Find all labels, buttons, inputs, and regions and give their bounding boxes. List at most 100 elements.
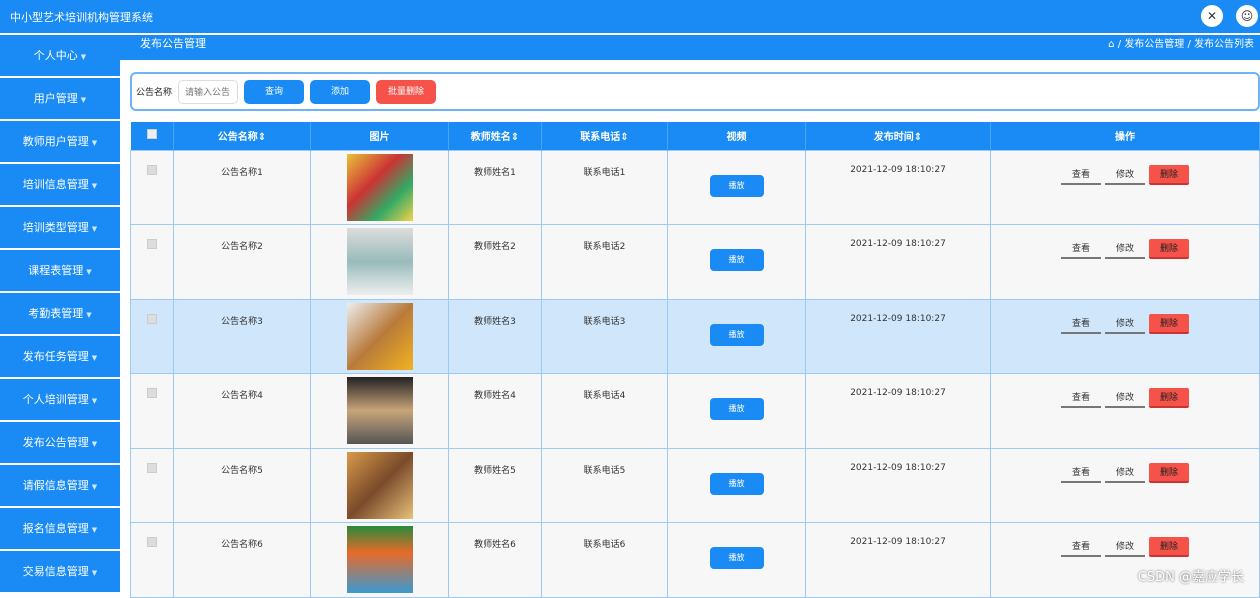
- delete-button[interactable]: 删除: [1149, 313, 1189, 334]
- add-button[interactable]: 添加: [310, 79, 371, 104]
- caret-down-icon: ▼: [80, 96, 87, 104]
- play-button[interactable]: 播放: [709, 398, 764, 420]
- notice-name: 公告名称5: [173, 447, 311, 523]
- fullscreen-icon[interactable]: ✕: [1201, 5, 1223, 27]
- notice-name: 公告名称3: [173, 298, 311, 374]
- caret-down-icon: ▼: [91, 526, 98, 534]
- breadcrumb-item[interactable]: 发布公告管理: [1124, 39, 1184, 50]
- publish-time: 2021-12-09 18:10:27: [805, 522, 991, 598]
- phone: 联系电话2: [541, 224, 668, 300]
- caret-down-icon: ▼: [86, 268, 92, 276]
- sidebar-item[interactable]: 发布公告管理 ▼: [0, 422, 120, 465]
- edit-button[interactable]: 修改: [1105, 314, 1145, 334]
- view-button[interactable]: 查看: [1061, 463, 1101, 483]
- play-button[interactable]: 播放: [709, 249, 764, 271]
- delete-button[interactable]: 删除: [1149, 462, 1189, 483]
- view-button[interactable]: 查看: [1061, 537, 1101, 557]
- table-row: 公告名称6 教师姓名6 联系电话6 播放 2021-12-09 18:10:27…: [130, 522, 1260, 598]
- notice-name: 公告名称6: [173, 522, 311, 598]
- publish-time: 2021-12-09 18:10:27: [805, 298, 991, 374]
- sidebar-item[interactable]: 请假信息管理 ▼: [0, 465, 120, 508]
- phone: 联系电话3: [541, 298, 668, 374]
- row-checkbox[interactable]: [147, 462, 157, 473]
- notice-image: [346, 228, 413, 295]
- select-all-checkbox[interactable]: [130, 122, 174, 150]
- batch-delete-button[interactable]: 批量删除: [376, 79, 437, 104]
- column-header[interactable]: 教师姓名⇕: [448, 122, 542, 150]
- teacher-name: 教师姓名6: [448, 522, 542, 598]
- page-title: 发布公告管理: [140, 37, 206, 50]
- column-header[interactable]: 联系电话⇕: [541, 122, 668, 150]
- sidebar-item[interactable]: 发布任务管理 ▼: [0, 336, 120, 379]
- row-checkbox[interactable]: [147, 239, 157, 249]
- edit-button[interactable]: 修改: [1105, 165, 1145, 185]
- caret-down-icon: ▼: [91, 182, 98, 190]
- search-label: 公告名称: [136, 88, 173, 98]
- table-row: 公告名称3 教师姓名3 联系电话3 播放 2021-12-09 18:10:27…: [130, 298, 1260, 374]
- view-button[interactable]: 查看: [1061, 239, 1101, 259]
- sidebar-item[interactable]: 培训信息管理 ▼: [0, 164, 120, 207]
- table-row: 公告名称4 教师姓名4 联系电话4 播放 2021-12-09 18:10:27…: [130, 373, 1260, 449]
- play-button[interactable]: 播放: [709, 323, 764, 346]
- sidebar-item[interactable]: 用户管理 ▼: [0, 78, 120, 121]
- caret-down-icon: ▼: [86, 311, 92, 319]
- app-title: 中小型艺术培训机构管理系统: [10, 11, 153, 24]
- play-button[interactable]: 播放: [709, 174, 764, 197]
- phone: 联系电话5: [541, 447, 668, 523]
- notice-table: 公告名称⇕ 图片 教师姓名⇕ 联系电话⇕ 视频 发布时间⇕ 操作 公告名称1 教师姓名1 联…: [130, 122, 1260, 598]
- delete-button[interactable]: 删除: [1149, 164, 1189, 185]
- teacher-name: 教师姓名2: [448, 224, 542, 300]
- sidebar-item[interactable]: 教师用户管理 ▼: [0, 121, 120, 164]
- edit-button[interactable]: 修改: [1105, 463, 1145, 483]
- top-bar: 中小型艺术培训机构管理系统 ✕ ☺: [0, 0, 1260, 33]
- view-button[interactable]: 查看: [1061, 388, 1101, 408]
- notice-image: [346, 153, 413, 221]
- view-button[interactable]: 查看: [1061, 314, 1101, 334]
- row-checkbox[interactable]: [147, 313, 157, 324]
- phone: 联系电话4: [541, 373, 668, 449]
- delete-button[interactable]: 删除: [1149, 388, 1189, 408]
- sidebar-item[interactable]: 交易信息管理 ▼: [0, 551, 120, 594]
- play-button[interactable]: 播放: [709, 547, 764, 569]
- sidebar-item[interactable]: 个人中心 ▼: [0, 35, 120, 78]
- sidebar: 个人中心 ▼ 用户管理 ▼ 教师用户管理 ▼ 培训信息管理 ▼ 培训类型管理 ▼ 课程表管理 ▼ 考勤表…: [0, 35, 120, 594]
- sidebar-item[interactable]: 课程表管理 ▼: [0, 250, 120, 293]
- caret-down-icon: ▼: [91, 569, 98, 577]
- play-button[interactable]: 播放: [709, 472, 764, 495]
- phone: 联系电话1: [541, 149, 668, 225]
- publish-time: 2021-12-09 18:10:27: [805, 224, 991, 300]
- teacher-name: 教师姓名5: [448, 447, 542, 523]
- phone: 联系电话6: [541, 522, 668, 598]
- column-header: 图片: [310, 122, 449, 150]
- publish-time: 2021-12-09 18:10:27: [805, 149, 991, 225]
- teacher-name: 教师姓名1: [448, 149, 542, 225]
- caret-down-icon: ▼: [91, 397, 98, 405]
- caret-down-icon: ▼: [91, 225, 98, 233]
- notice-image: [346, 377, 413, 444]
- delete-button[interactable]: 删除: [1149, 239, 1189, 259]
- sidebar-item[interactable]: 考勤表管理 ▼: [0, 293, 120, 336]
- edit-button[interactable]: 修改: [1105, 537, 1145, 557]
- user-icon[interactable]: ☺: [1236, 5, 1258, 27]
- column-header[interactable]: 公告名称⇕: [173, 122, 311, 150]
- row-checkbox[interactable]: [147, 537, 157, 547]
- edit-button[interactable]: 修改: [1105, 388, 1145, 408]
- table-row: 公告名称5 教师姓名5 联系电话5 播放 2021-12-09 18:10:27…: [130, 447, 1260, 523]
- column-header[interactable]: 发布时间⇕: [805, 122, 991, 150]
- notice-name: 公告名称4: [173, 373, 311, 449]
- sidebar-item[interactable]: 报名信息管理 ▼: [0, 508, 120, 551]
- home-icon[interactable]: ⌂: [1108, 39, 1114, 50]
- row-checkbox[interactable]: [147, 164, 157, 175]
- sidebar-item[interactable]: 培训类型管理 ▼: [0, 207, 120, 250]
- table-row: 公告名称1 教师姓名1 联系电话1 播放 2021-12-09 18:10:27…: [130, 149, 1260, 225]
- query-button[interactable]: 查询: [244, 79, 305, 104]
- teacher-name: 教师姓名4: [448, 373, 542, 449]
- row-checkbox[interactable]: [147, 388, 157, 398]
- delete-button[interactable]: 删除: [1149, 537, 1189, 557]
- view-button[interactable]: 查看: [1061, 165, 1101, 185]
- edit-button[interactable]: 修改: [1105, 239, 1145, 259]
- search-input[interactable]: [178, 79, 239, 104]
- caret-down-icon: ▼: [91, 354, 98, 362]
- teacher-name: 教师姓名3: [448, 298, 542, 374]
- sidebar-item[interactable]: 个人培训管理 ▼: [0, 379, 120, 422]
